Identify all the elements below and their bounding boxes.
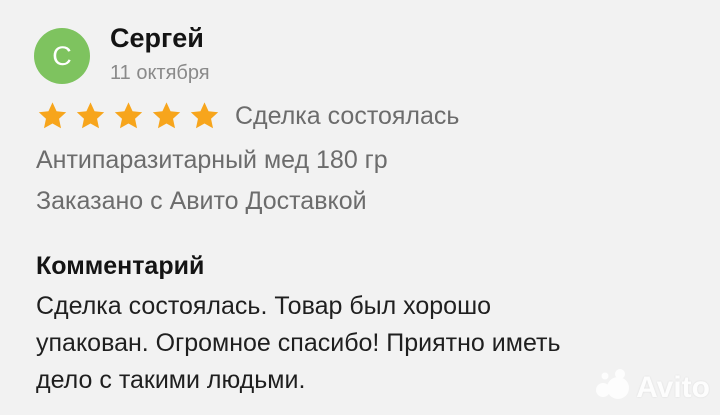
star-rating — [36, 100, 221, 132]
review-date: 11 октября — [110, 62, 210, 84]
rating-row: Сделка состоялась — [36, 98, 459, 134]
product-name[interactable]: Антипаразитарный мед 180 гр — [36, 143, 388, 177]
star-icon — [36, 100, 69, 132]
avatar-letter: С — [52, 40, 72, 71]
delivery-info: Заказано с Авито Доставкой — [36, 187, 367, 215]
avatar[interactable]: С — [34, 28, 90, 84]
avito-watermark: Avito — [592, 368, 710, 407]
comment-text: Сделка состоялась. Товар был хорошо упак… — [36, 292, 561, 394]
review-card: С Сергей 11 октября Сделка состоялась Ан… — [0, 0, 720, 415]
comment-heading: Комментарий — [36, 252, 205, 280]
deal-status: Сделка состоялась — [235, 102, 460, 130]
watermark-text: Avito — [636, 370, 710, 404]
star-icon — [150, 100, 183, 132]
avito-logo-icon — [592, 368, 632, 407]
author-name[interactable]: Сергей — [110, 22, 204, 54]
star-icon — [74, 100, 107, 132]
star-icon — [112, 100, 145, 132]
star-icon — [188, 100, 221, 132]
